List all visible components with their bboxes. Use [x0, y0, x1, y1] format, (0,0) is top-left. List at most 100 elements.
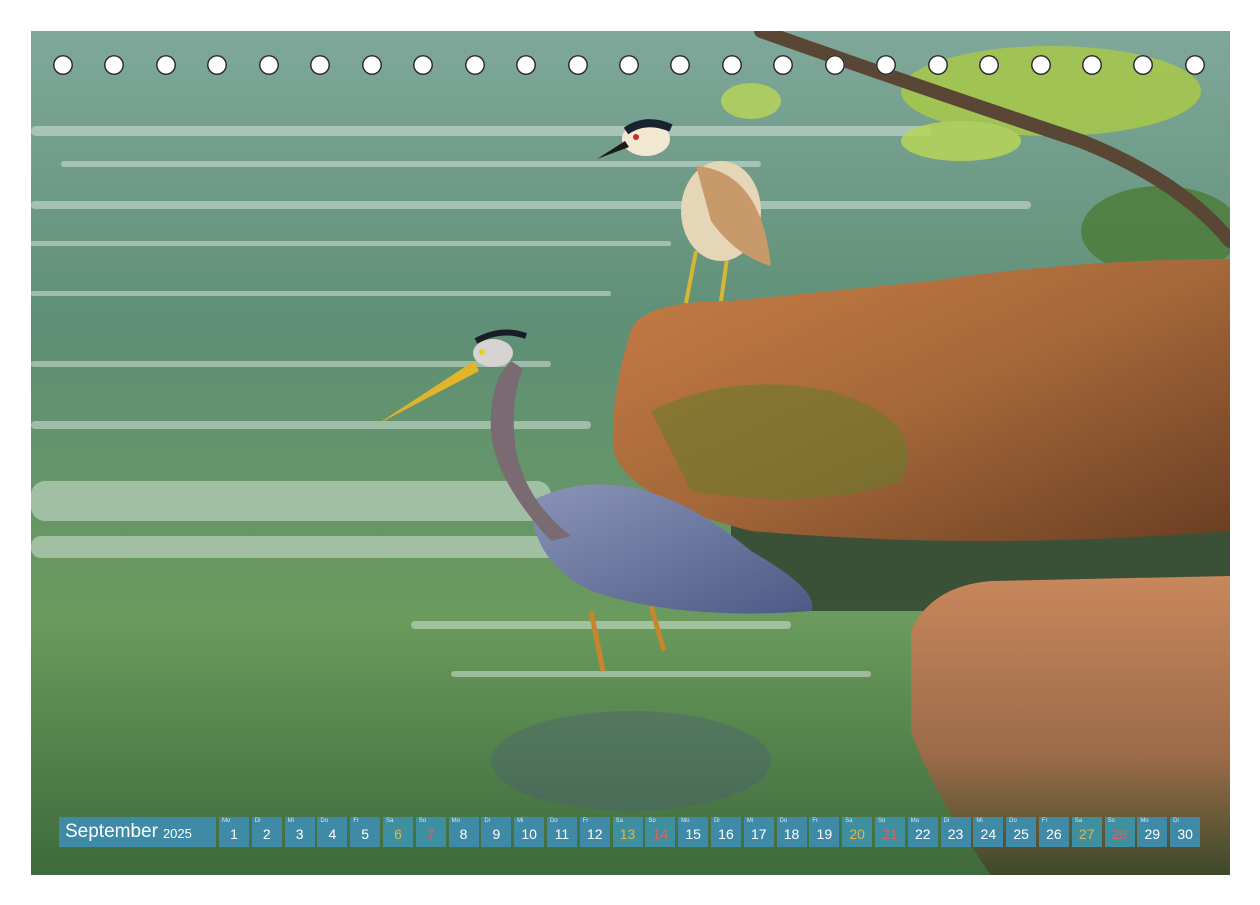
day-number: 27 [1078, 826, 1095, 842]
day-number: 9 [492, 826, 501, 842]
day-cell: Sa 27 [1071, 817, 1102, 847]
day-number: 15 [685, 826, 701, 842]
day-cell: Sa 13 [612, 817, 643, 847]
month-name: September [65, 821, 158, 842]
weekday-label: Do [779, 818, 788, 824]
day-cell: Sa 6 [382, 817, 413, 847]
binding-hole [1030, 55, 1051, 75]
binding-hole [310, 55, 331, 75]
day-cell: So 7 [415, 817, 446, 847]
weekday-label: Sa [845, 818, 853, 824]
day-cell: Di 23 [940, 817, 971, 847]
weekday-label: Mo [681, 818, 690, 824]
day-cell: Fr 26 [1038, 817, 1069, 847]
heron-photo [31, 31, 1230, 875]
day-cell: Mi 10 [514, 817, 545, 847]
weekday-label: Do [320, 818, 329, 824]
day-number: 8 [459, 826, 468, 842]
day-cell: Mo 29 [1137, 817, 1168, 847]
day-cell: Di 16 [710, 817, 741, 847]
day-cell: So 28 [1104, 817, 1135, 847]
day-number: 10 [521, 826, 537, 842]
day-number: 24 [980, 826, 997, 842]
month-year: 2025 [162, 826, 192, 841]
day-cell: Fr 12 [579, 817, 610, 847]
binding-hole [53, 55, 73, 75]
weekday-label: Do [549, 818, 558, 824]
day-cell: Fr 19 [809, 817, 840, 847]
day-number: 6 [394, 826, 402, 842]
weekday-label: Mi [746, 818, 754, 824]
day-cell: Mo 22 [907, 817, 938, 847]
binding-hole [155, 55, 176, 75]
binding-hole [1184, 55, 1205, 75]
day-number: 30 [1177, 826, 1193, 842]
binding-hole [104, 55, 125, 75]
binding-hole [413, 55, 434, 75]
weekday-label: Fr [812, 818, 819, 824]
day-cell: So 14 [645, 817, 676, 847]
day-cell: Di 2 [251, 817, 282, 847]
day-number: 18 [783, 826, 800, 842]
weekday-label: Mi [287, 818, 294, 824]
weekday-label: Di [484, 818, 491, 824]
weekday-label: So [877, 818, 886, 824]
day-cell: Fr 5 [350, 817, 381, 847]
day-cell: Mo 1 [219, 817, 249, 847]
calendar-page: September 2025 Mo 1 Di 2 Mi 3 Do 4 Fr 5 Sa 6 So 7 Mo 8 D… [31, 31, 1230, 875]
binding-hole [824, 55, 845, 75]
weekday-label: Fr [582, 818, 589, 824]
weekday-label: Do [1009, 818, 1017, 824]
binding-hole [618, 55, 639, 75]
day-cell: Do 18 [776, 817, 807, 847]
day-number: 26 [1046, 826, 1062, 842]
day-cell: Mi 17 [743, 817, 774, 847]
day-cell: Mo 8 [448, 817, 479, 847]
day-number: 1 [230, 826, 238, 842]
day-number: 5 [361, 826, 370, 842]
day-cell: Di 30 [1170, 817, 1201, 847]
day-cell: Di 9 [481, 817, 512, 847]
weekday-label: Mo [451, 818, 460, 824]
weekday-label: Mo [910, 818, 920, 824]
day-number: 2 [262, 826, 271, 842]
weekday-label: Di [713, 818, 720, 824]
day-number: 3 [295, 826, 304, 842]
day-number: 19 [816, 826, 833, 842]
binding-hole [927, 55, 948, 75]
binding-hole [979, 55, 1000, 75]
day-number: 13 [619, 826, 636, 842]
day-cell: Do 11 [546, 817, 577, 847]
weekday-label: So [648, 818, 656, 824]
binding-hole [567, 55, 588, 75]
weekday-label: Di [1173, 818, 1179, 824]
binding-hole [670, 55, 691, 75]
day-number: 25 [1013, 826, 1029, 842]
weekday-label: Mi [517, 818, 524, 824]
weekday-label: Sa [1074, 818, 1083, 824]
day-number: 7 [426, 826, 435, 842]
weekday-label: Di [254, 818, 261, 824]
day-number: 12 [586, 826, 603, 842]
binding-hole [721, 55, 742, 75]
day-cell: Do 4 [317, 817, 348, 847]
binding-hole [773, 55, 794, 75]
day-number: 4 [328, 826, 337, 842]
day-cell: So 21 [874, 817, 905, 847]
binding-hole [258, 55, 279, 75]
day-number: 22 [914, 826, 931, 842]
weekday-label: Mo [222, 818, 231, 824]
day-number: 20 [849, 826, 865, 842]
day-number: 16 [718, 826, 734, 842]
binding-hole [516, 55, 537, 75]
binding-hole [361, 55, 382, 75]
day-number: 21 [882, 826, 898, 842]
binding-hole [1133, 55, 1154, 75]
weekday-label: Fr [353, 818, 359, 824]
weekday-label: Mi [976, 818, 983, 824]
weekday-label: Sa [615, 818, 623, 824]
binding-hole [1082, 55, 1102, 75]
weekday-label: Mo [1140, 818, 1149, 824]
binding-holes [31, 31, 1230, 101]
day-number: 28 [1111, 826, 1128, 842]
